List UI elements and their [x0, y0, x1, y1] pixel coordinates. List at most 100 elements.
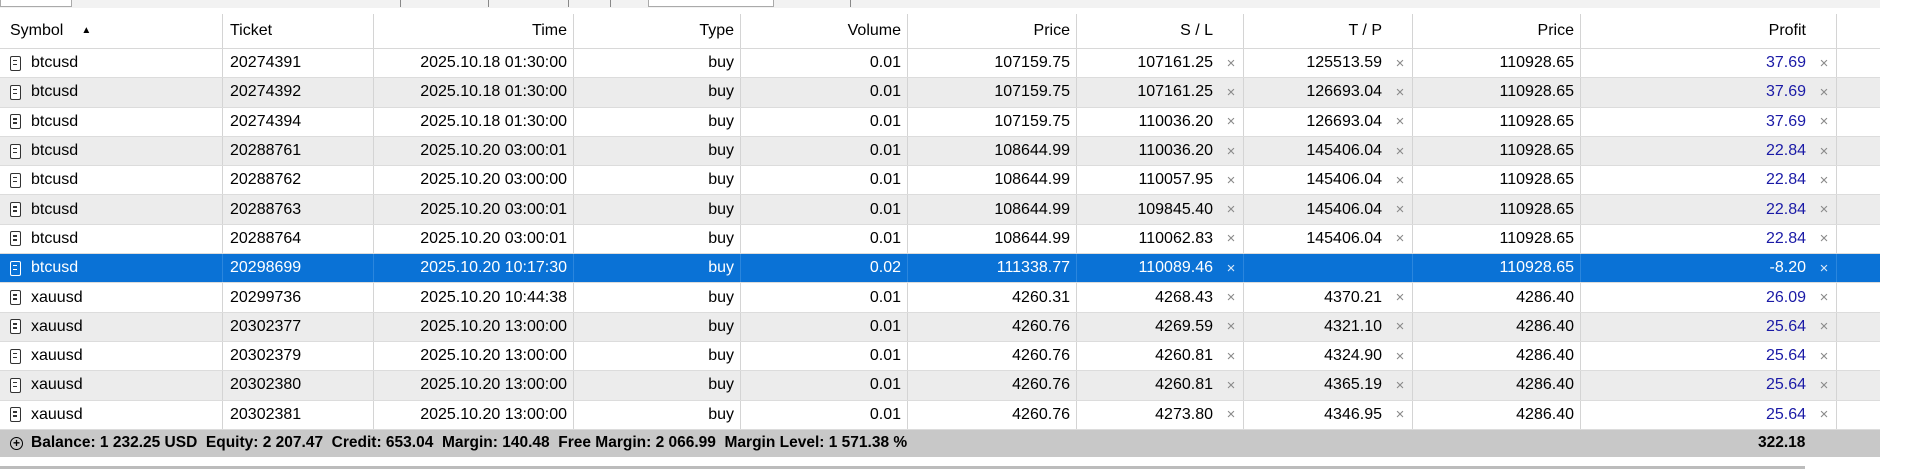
type-cell: buy — [574, 195, 741, 224]
symbol-text: btcusd — [31, 142, 79, 160]
symbol-text: btcusd — [31, 112, 79, 130]
close-icon[interactable]: × — [1818, 84, 1830, 101]
stop-loss-cell: 4260.81 × — [1077, 341, 1244, 371]
close-icon[interactable]: × — [1225, 55, 1237, 72]
close-icon[interactable]: × — [1818, 406, 1830, 423]
close-icon[interactable]: × — [1818, 318, 1830, 335]
symbol-cell: btcusd — [0, 195, 223, 224]
close-icon[interactable]: × — [1225, 172, 1237, 189]
current-price-cell: 110928.65 — [1413, 166, 1581, 195]
close-icon[interactable]: × — [1225, 113, 1237, 130]
open-price-cell: 108644.99 — [908, 195, 1077, 224]
column-header-symbol[interactable]: Symbol ▲ — [0, 14, 223, 48]
take-profit-cell: 4324.90 × — [1244, 341, 1413, 371]
close-icon[interactable]: × — [1225, 143, 1237, 160]
symbol-text: xauusd — [31, 405, 83, 423]
document-icon — [10, 114, 21, 130]
ticket-text: 20274391 — [230, 54, 302, 72]
column-header-time[interactable]: Time — [374, 14, 574, 48]
time-text: 2025.10.20 03:00:01 — [420, 229, 567, 247]
column-header-open-price[interactable]: Price — [908, 14, 1077, 48]
close-icon[interactable]: × — [1225, 201, 1237, 218]
type-text: buy — [708, 83, 734, 101]
table-row[interactable]: btcusd 20274392 2025.10.18 01:30:00 buy … — [0, 78, 1920, 108]
current-price-text: 110928.65 — [1499, 171, 1574, 189]
volume-text: 0.01 — [869, 200, 901, 218]
column-header-profit[interactable]: Profit× — [1581, 14, 1837, 48]
close-icon[interactable]: × — [1394, 143, 1406, 160]
stop-loss-cell: 110089.46 × — [1077, 254, 1244, 283]
column-header-volume[interactable]: Volume — [741, 14, 908, 48]
expand-plus-icon[interactable]: + — [10, 436, 23, 450]
close-icon[interactable]: × — [1818, 230, 1830, 247]
close-icon[interactable]: × — [1818, 289, 1830, 306]
volume-text: 0.01 — [869, 288, 901, 306]
close-icon[interactable]: × — [1394, 201, 1406, 218]
table-row[interactable]: btcusd 20274394 2025.10.18 01:30:00 buy … — [0, 107, 1920, 137]
close-icon[interactable]: × — [1818, 172, 1830, 189]
close-icon[interactable]: × — [1394, 377, 1406, 394]
volume-text: 0.01 — [869, 142, 901, 160]
current-price-cell: 110928.65 — [1413, 49, 1581, 78]
time-text: 2025.10.20 13:00:00 — [420, 376, 567, 394]
close-icon[interactable]: × — [1394, 348, 1406, 365]
profit-text: 25.64 — [1765, 347, 1806, 365]
tab-active-edge[interactable] — [648, 0, 774, 7]
ticket-cell: 20302379 — [223, 341, 374, 371]
tab-edge-left[interactable] — [0, 0, 72, 7]
close-icon[interactable]: × — [1394, 230, 1406, 247]
ticket-text: 20298699 — [230, 259, 302, 277]
close-icon[interactable]: × — [1394, 172, 1406, 189]
take-profit-cell: 145406.04 × — [1244, 166, 1413, 195]
close-icon[interactable]: × — [1818, 55, 1830, 72]
current-price-cell: 110928.65 — [1413, 195, 1581, 224]
column-header-type[interactable]: Type — [574, 14, 741, 48]
table-row[interactable]: btcusd 20288763 2025.10.20 03:00:01 buy … — [0, 195, 1920, 225]
symbol-text: btcusd — [31, 200, 79, 218]
table-row[interactable]: btcusd 20288764 2025.10.20 03:00:01 buy … — [0, 224, 1920, 255]
column-header-stop-loss[interactable]: S / L× — [1077, 14, 1244, 48]
table-row[interactable]: btcusd 20298699 2025.10.20 10:17:30 buy … — [0, 254, 1920, 284]
close-icon[interactable]: × — [1225, 230, 1237, 247]
close-icon[interactable]: × — [1225, 260, 1237, 277]
table-row[interactable]: xauusd 20299736 2025.10.20 10:44:38 buy … — [0, 283, 1920, 313]
tab-divider — [568, 0, 569, 7]
column-header-ticket[interactable]: Ticket — [223, 14, 374, 48]
close-icon[interactable]: × — [1394, 406, 1406, 423]
document-icon — [10, 202, 21, 218]
close-icon[interactable]: × — [1394, 318, 1406, 335]
time-text: 2025.10.20 10:44:38 — [420, 288, 567, 306]
stop-loss-text: 4260.81 — [1155, 347, 1213, 365]
table-row[interactable]: xauusd 20302377 2025.10.20 13:00:00 buy … — [0, 312, 1920, 342]
close-icon[interactable]: × — [1818, 201, 1830, 218]
close-icon[interactable]: × — [1394, 55, 1406, 72]
type-text: buy — [708, 229, 734, 247]
close-icon[interactable]: × — [1225, 406, 1237, 423]
table-row[interactable]: xauusd 20302381 2025.10.20 13:00:00 buy … — [0, 400, 1920, 430]
close-icon[interactable]: × — [1818, 113, 1830, 130]
table-row[interactable]: xauusd 20302379 2025.10.20 13:00:00 buy … — [0, 341, 1920, 372]
close-icon[interactable]: × — [1394, 113, 1406, 130]
profit-cell: 37.69 × — [1581, 107, 1837, 136]
table-row[interactable]: btcusd 20288761 2025.10.20 03:00:01 buy … — [0, 136, 1920, 167]
table-row[interactable]: btcusd 20274391 2025.10.18 01:30:00 buy … — [0, 49, 1920, 79]
close-icon[interactable]: × — [1818, 377, 1830, 394]
profit-cell: 25.64 × — [1581, 400, 1837, 429]
column-header-take-profit[interactable]: T / P× — [1244, 14, 1413, 48]
close-icon[interactable]: × — [1225, 84, 1237, 101]
close-icon[interactable]: × — [1394, 289, 1406, 306]
table-row[interactable]: btcusd 20288762 2025.10.20 03:00:00 buy … — [0, 166, 1920, 196]
ticket-text: 20288761 — [230, 142, 302, 160]
close-icon[interactable]: × — [1818, 260, 1830, 277]
stop-loss-text: 4260.81 — [1155, 376, 1213, 394]
close-icon[interactable]: × — [1394, 84, 1406, 101]
close-icon[interactable]: × — [1225, 318, 1237, 335]
close-icon[interactable]: × — [1225, 289, 1237, 306]
symbol-text: btcusd — [31, 229, 79, 247]
close-icon[interactable]: × — [1818, 348, 1830, 365]
close-icon[interactable]: × — [1225, 348, 1237, 365]
close-icon[interactable]: × — [1225, 377, 1237, 394]
close-icon[interactable]: × — [1818, 143, 1830, 160]
column-header-current-price[interactable]: Price — [1413, 14, 1581, 48]
table-row[interactable]: xauusd 20302380 2025.10.20 13:00:00 buy … — [0, 371, 1920, 401]
